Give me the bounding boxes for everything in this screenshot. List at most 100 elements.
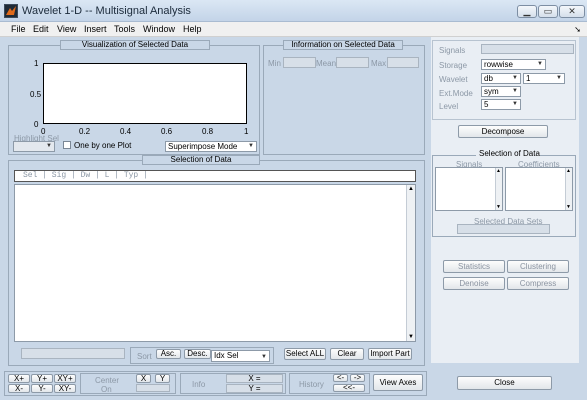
selection-status-field [21, 348, 125, 359]
chevron-down-icon: ▼ [261, 354, 267, 360]
denoise-button[interactable]: Denoise [443, 277, 505, 290]
zoom-xy-plus-button[interactable]: XY+ [54, 374, 76, 383]
matlab-icon [4, 4, 18, 18]
selected-sets-field [457, 224, 550, 234]
chevron-down-icon: ▼ [556, 75, 562, 81]
center-label: Center [95, 376, 120, 385]
level-select[interactable]: 5 ▼ [481, 99, 521, 110]
extmode-select[interactable]: sym ▼ [481, 86, 521, 97]
chevron-down-icon: ▼ [248, 143, 254, 149]
chevron-down-icon: ▼ [537, 61, 543, 67]
list-scrollbar[interactable]: ▲ ▼ [406, 185, 415, 341]
zoom-xy-minus-button[interactable]: XY- [54, 384, 76, 393]
history-back-button[interactable]: <- [333, 374, 348, 382]
plot-axes[interactable] [43, 63, 247, 124]
import-part-button[interactable]: Import Part [368, 348, 412, 360]
chevron-down-icon: ▼ [512, 88, 518, 94]
scroll-down-icon[interactable]: ▼ [496, 204, 501, 210]
zoom-x-plus-button[interactable]: X+ [8, 374, 30, 383]
minimize-button[interactable]: ▁ [517, 5, 537, 18]
chevron-down-icon: ▼ [512, 101, 518, 107]
scroll-up-icon[interactable]: ▲ [566, 168, 571, 174]
decompose-button[interactable]: Decompose [458, 125, 548, 138]
menu-window[interactable]: Window [143, 24, 175, 34]
chevron-down-icon: ▼ [46, 143, 52, 149]
x-tick-label: 1 [244, 127, 249, 136]
signals-label: Signals [439, 46, 466, 55]
sort-asc-button[interactable]: Asc. [156, 349, 181, 359]
columns-header: Sel | Sig | Dw | L | Typ | [14, 170, 416, 182]
x-tick-label: 0.8 [202, 127, 214, 136]
storage-select[interactable]: rowwise ▼ [481, 59, 546, 70]
min-label: Min [268, 59, 281, 68]
menu-tools[interactable]: Tools [114, 24, 135, 34]
x-tick-label: 0.2 [79, 127, 91, 136]
center-on-label: On [101, 385, 112, 394]
view-axes-button[interactable]: View Axes [373, 374, 423, 391]
scroll-down-icon[interactable]: ▼ [566, 204, 571, 210]
center-x-button[interactable]: X [136, 374, 151, 383]
max-field [387, 57, 419, 68]
selection-title: Selection of Data [142, 155, 260, 165]
signals-field [481, 44, 574, 54]
title-bar: Wavelet 1-D -- Multisignal Analysis ▁ ▭ … [0, 0, 587, 22]
menu-help[interactable]: Help [183, 24, 202, 34]
sort-label: Sort [137, 352, 152, 361]
history-back-all-button[interactable]: <<- [333, 384, 365, 392]
select-all-button[interactable]: Select ALL [284, 348, 326, 360]
sort-desc-button[interactable]: Desc. [184, 349, 211, 359]
data-list[interactable]: ▲ ▼ [14, 184, 416, 342]
close-button[interactable]: Close [457, 376, 552, 390]
coefficients-list[interactable]: ▲ ▼ [505, 167, 573, 211]
info-label: Info [192, 380, 206, 389]
menu-file[interactable]: File [11, 24, 26, 34]
clear-button[interactable]: Clear [330, 348, 364, 360]
wavelet-family-value: db [484, 74, 493, 83]
zoom-y-plus-button[interactable]: Y+ [31, 374, 53, 383]
x-tick-label: 0.6 [161, 127, 173, 136]
y-tick-label: 1 [34, 59, 39, 68]
compress-button[interactable]: Compress [507, 277, 569, 290]
highlight-sel-select[interactable]: ▼ [13, 141, 55, 152]
min-field [283, 57, 316, 68]
close-window-button[interactable]: ✕ [559, 5, 585, 18]
center-y-button[interactable]: Y [155, 374, 170, 383]
plot-mode-value: Superimpose Mode [168, 142, 238, 151]
storage-value: rowwise [484, 60, 513, 69]
y-readout: Y = [226, 384, 283, 393]
one-by-one-checkbox[interactable] [63, 141, 71, 149]
menu-bar: File Edit View Insert Tools Window Help … [0, 22, 587, 37]
mean-field [336, 57, 369, 68]
scroll-up-icon[interactable]: ▲ [408, 186, 414, 192]
plot-mode-select[interactable]: Superimpose Mode ▼ [165, 141, 257, 152]
coefficients-scrollbar[interactable]: ▲ ▼ [565, 168, 572, 210]
x-readout: X = [226, 374, 283, 383]
menu-insert[interactable]: Insert [84, 24, 107, 34]
menu-view[interactable]: View [57, 24, 76, 34]
zoom-x-minus-button[interactable]: X- [8, 384, 30, 393]
menu-edit[interactable]: Edit [33, 24, 49, 34]
dock-arrow-icon[interactable]: ➘ [574, 25, 581, 34]
wavelet-family-select[interactable]: db ▼ [481, 73, 521, 84]
sort-key-select[interactable]: Idx Sel ▼ [211, 350, 270, 362]
signals-list[interactable]: ▲ ▼ [435, 167, 503, 211]
level-label: Level [439, 102, 459, 111]
zoom-y-minus-button[interactable]: Y- [31, 384, 53, 393]
history-label: History [299, 380, 324, 389]
info-title: Information on Selected Data [283, 40, 403, 50]
signals-scrollbar[interactable]: ▲ ▼ [495, 168, 502, 210]
wavelet-order-value: 1 [526, 74, 531, 83]
center-value-field [136, 384, 170, 392]
storage-label: Storage [439, 61, 468, 70]
scroll-down-icon[interactable]: ▼ [408, 334, 414, 340]
wavelet-order-select[interactable]: 1 ▼ [523, 73, 565, 84]
visualization-title: Visualization of Selected Data [60, 40, 210, 50]
scroll-up-icon[interactable]: ▲ [496, 168, 501, 174]
window-title: Wavelet 1-D -- Multisignal Analysis [22, 5, 191, 17]
history-forward-button[interactable]: -> [350, 374, 365, 382]
sel-title: Selection of Data [476, 150, 540, 160]
statistics-button[interactable]: Statistics [443, 260, 505, 273]
maximize-button[interactable]: ▭ [538, 5, 558, 18]
max-label: Max [371, 59, 387, 68]
clustering-button[interactable]: Clustering [507, 260, 569, 273]
